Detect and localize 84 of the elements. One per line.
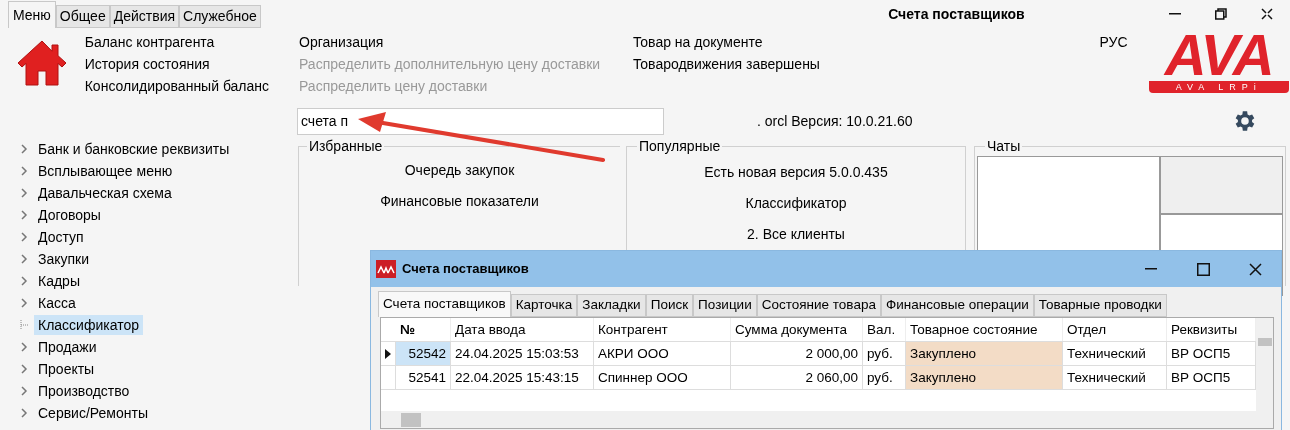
window-tab[interactable]: Счета поставщиков <box>378 291 511 317</box>
tree-item[interactable]: Всплывающее меню <box>34 161 177 181</box>
table-cell: Технический <box>1063 366 1167 389</box>
ribbon-link[interactable]: История состояния <box>84 55 299 74</box>
tree-item[interactable]: Продажи <box>34 337 101 357</box>
column-header[interactable]: Товарное состояние <box>906 318 1063 341</box>
column-header[interactable]: Сумма документа <box>731 318 863 341</box>
chevron-icon[interactable] <box>20 408 28 418</box>
chevron-icon[interactable] <box>20 298 28 308</box>
row-pointer-icon <box>385 348 391 359</box>
column-header[interactable]: № <box>396 318 451 341</box>
tree-item[interactable]: Закупки <box>34 249 94 269</box>
window-tab[interactable]: Позиции <box>693 294 757 317</box>
ribbon-link[interactable]: Организация <box>299 33 633 52</box>
ribbon-link[interactable]: Консолидированный баланс <box>84 77 299 96</box>
chevron-icon[interactable] <box>20 144 28 154</box>
column-header[interactable]: Контрагент <box>594 318 731 341</box>
window-tab[interactable]: Поиск <box>645 294 694 317</box>
column-header[interactable]: Отдел <box>1063 318 1167 341</box>
language-indicator[interactable]: РУС <box>1099 33 1128 100</box>
tree-item[interactable]: Классификатор <box>34 315 143 335</box>
menu-tab[interactable]: Действия <box>109 5 180 28</box>
tree-item[interactable]: Давальческая схема <box>34 183 176 203</box>
table-cell: Закуплено <box>906 342 1063 365</box>
favorite-link[interactable]: Очередь закупок <box>404 161 515 180</box>
chevron-icon[interactable] <box>20 364 28 374</box>
chevron-icon[interactable] <box>20 342 28 352</box>
chevron-icon[interactable] <box>20 386 28 396</box>
ribbon-link[interactable]: Баланс контрагента <box>84 33 299 52</box>
tree-item[interactable]: Производство <box>34 381 134 401</box>
table-cell: АКРИ ООО <box>594 342 731 365</box>
window-tab[interactable]: Финансовые операции <box>880 294 1034 317</box>
table-cell: Технический <box>1063 342 1167 365</box>
chevron-icon[interactable] <box>20 188 28 198</box>
column-header[interactable]: Вал. <box>863 318 906 341</box>
restore-icon <box>1215 8 1227 20</box>
close-icon <box>1261 8 1273 20</box>
table-cell: 24.04.2025 15:03:53 <box>451 342 594 365</box>
ribbon-link[interactable]: Товародвижения завершены <box>632 55 1052 74</box>
ribbon-link[interactable]: Товар на документе <box>632 33 1052 52</box>
minimize-icon <box>1145 268 1157 270</box>
window-tab[interactable]: Состояние товара <box>756 294 881 317</box>
maximize-icon <box>1196 262 1210 276</box>
window-title: Счета поставщиков <box>888 4 1025 24</box>
minimize-icon <box>1169 13 1181 15</box>
table-cell: 22.04.2025 15:43:15 <box>451 366 594 389</box>
tree-item[interactable]: Проекты <box>34 359 99 379</box>
table-cell: 2 060,00 <box>731 366 863 389</box>
chevron-icon[interactable] <box>20 232 28 242</box>
close-icon <box>1248 262 1262 276</box>
tree-item[interactable]: Договоры <box>34 205 105 225</box>
chevron-icon[interactable] <box>20 276 28 286</box>
window-tab[interactable]: Закладки <box>577 294 646 317</box>
tree-item[interactable]: Кадры <box>34 271 84 291</box>
table-cell: 2 000,00 <box>731 342 863 365</box>
panel-title: Избранные <box>307 137 385 155</box>
popular-link[interactable]: Классификатор <box>745 194 847 213</box>
table-cell: 52542 <box>396 342 451 365</box>
table-cell: 52541 <box>396 366 451 389</box>
popular-link[interactable]: Есть новая версия 5.0.0.435 <box>704 163 888 182</box>
tree-item[interactable]: Сервис/Ремонты <box>34 403 152 423</box>
table-cell: Спиннер ООО <box>594 366 731 389</box>
child-window-title: Счета поставщиков <box>402 260 529 279</box>
chevron-icon[interactable] <box>20 210 28 220</box>
popular-link[interactable]: 2. Все клиенты <box>747 225 845 244</box>
table-cell: Закуплено <box>906 366 1063 389</box>
search-field[interactable]: счета п <box>297 107 664 135</box>
vertical-scrollbar[interactable] <box>1256 318 1273 412</box>
version-label: . orcl Версия: 10.0.21.60 <box>757 111 913 131</box>
tree-item[interactable]: Банк и банковские реквизиты <box>34 139 234 159</box>
menu-tab[interactable]: Общее <box>55 5 110 28</box>
window-tab[interactable]: Товарные проводки <box>1033 294 1167 317</box>
column-header[interactable]: Дата ввода <box>451 318 594 341</box>
chevron-icon[interactable] <box>20 254 28 264</box>
menu-tab[interactable]: Меню <box>8 1 56 28</box>
window-tab[interactable]: Карточка <box>510 294 578 317</box>
menu-tab[interactable]: Служебное <box>179 5 261 28</box>
favorite-link[interactable]: Финансовые показатели <box>380 192 539 211</box>
tree-item[interactable]: Касса <box>34 293 80 313</box>
chevron-icon[interactable] <box>20 166 28 176</box>
horizontal-scrollbar[interactable] <box>381 411 1273 428</box>
tree-item[interactable]: Доступ <box>34 227 88 247</box>
logo: AVA AVA LRPi <box>1147 29 1290 97</box>
app-logo-icon <box>376 260 396 278</box>
